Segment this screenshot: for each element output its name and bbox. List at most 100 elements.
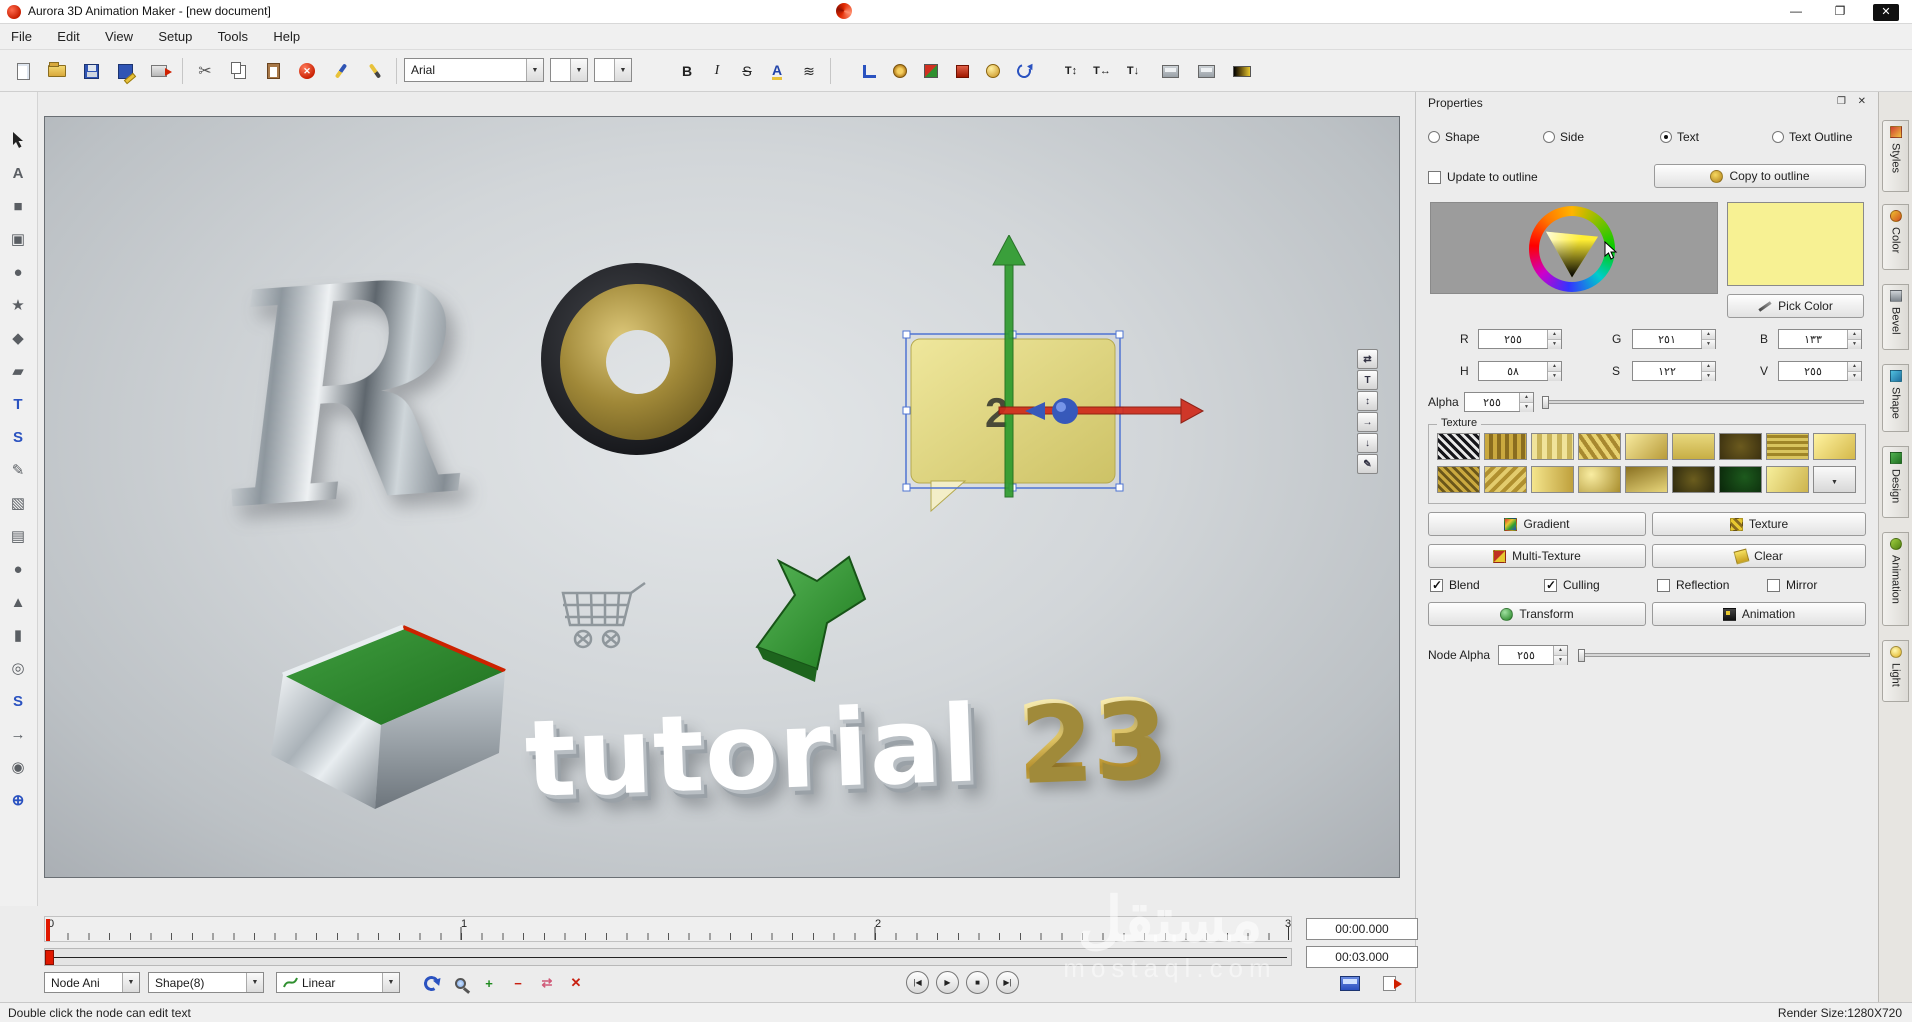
- shape-dropdown[interactable]: Shape(8): [148, 972, 264, 993]
- r-field[interactable]: ٢٥٥: [1478, 329, 1562, 349]
- spinner-arrows[interactable]: [1553, 646, 1567, 665]
- texture-thumbnail[interactable]: [1813, 433, 1856, 460]
- texture-thumbnail[interactable]: [1625, 466, 1668, 493]
- copy-to-outline-button[interactable]: Copy to outline: [1654, 164, 1866, 188]
- new-document-button[interactable]: [8, 56, 38, 86]
- line-spacing-dropdown[interactable]: [594, 58, 632, 82]
- font-size-dropdown[interactable]: [550, 58, 588, 82]
- text-vertical-button[interactable]: T↕: [1056, 56, 1086, 86]
- tab-shape[interactable]: Shape: [1882, 364, 1909, 432]
- text3d-tool[interactable]: T: [4, 390, 32, 418]
- export-frame-button[interactable]: [1378, 972, 1402, 994]
- save-as-button[interactable]: [110, 56, 140, 86]
- tab-animation[interactable]: Animation: [1882, 532, 1909, 626]
- gizmo-resize-button[interactable]: ↕: [1357, 391, 1378, 411]
- texture-thumbnail[interactable]: [1578, 433, 1621, 460]
- pen-tool[interactable]: ✎: [4, 456, 32, 484]
- texture-thumbnail[interactable]: [1484, 433, 1527, 460]
- radio-text-outline[interactable]: Text Outline: [1772, 130, 1852, 144]
- node-ani-dropdown[interactable]: Node Ani: [44, 972, 140, 993]
- node-alpha-slider[interactable]: [1578, 653, 1870, 657]
- maximize-button[interactable]: ❐: [1820, 0, 1860, 23]
- font-color-button[interactable]: A: [762, 56, 792, 86]
- node-tool[interactable]: ◉: [4, 753, 32, 781]
- align-button[interactable]: [854, 56, 884, 86]
- menu-help[interactable]: Help: [262, 24, 311, 49]
- add-node-button[interactable]: +: [478, 972, 500, 994]
- layout-button[interactable]: [1155, 56, 1185, 86]
- cylinder-tool[interactable]: ▮: [4, 621, 32, 649]
- chevron-down-icon[interactable]: [570, 59, 587, 81]
- delete-button[interactable]: [292, 56, 322, 86]
- g-field[interactable]: ٢٥١: [1632, 329, 1716, 349]
- float-panel-icon[interactable]: ❐: [1837, 96, 1846, 107]
- remove-node-button[interactable]: −: [507, 972, 529, 994]
- mirror-checkbox[interactable]: Mirror: [1767, 578, 1817, 592]
- minimize-button[interactable]: —: [1776, 0, 1816, 23]
- spinner-arrows[interactable]: [1701, 362, 1715, 381]
- texture-thumbnail[interactable]: [1437, 466, 1480, 493]
- texture-thumbnail[interactable]: [1484, 466, 1527, 493]
- gradient-button[interactable]: Gradient: [1428, 512, 1646, 536]
- spinner-arrows[interactable]: [1519, 393, 1533, 412]
- radio-text[interactable]: Text: [1660, 130, 1699, 144]
- texture-thumbnail[interactable]: [1625, 433, 1668, 460]
- wall-tool[interactable]: ▤: [4, 522, 32, 550]
- transform-button[interactable]: Transform: [1428, 602, 1646, 626]
- extrude-tool[interactable]: ▧: [4, 489, 32, 517]
- cut-button[interactable]: [190, 56, 220, 86]
- texture-thumbnail[interactable]: [1578, 466, 1621, 493]
- texture-thumbnail[interactable]: [1531, 433, 1574, 460]
- arrange-button[interactable]: [885, 56, 915, 86]
- texture-button[interactable]: Texture: [1652, 512, 1866, 536]
- menu-edit[interactable]: Edit: [46, 24, 90, 49]
- format-brush-button[interactable]: [326, 56, 356, 86]
- interpolation-dropdown[interactable]: Linear: [276, 972, 400, 993]
- pick-color-button[interactable]: Pick Color: [1727, 294, 1864, 318]
- paste-button[interactable]: [258, 56, 288, 86]
- torus-tool[interactable]: ◎: [4, 654, 32, 682]
- move-node-button[interactable]: ⇄: [536, 972, 558, 994]
- svg-import-tool[interactable]: S: [4, 423, 32, 451]
- transform-gizmo[interactable]: [941, 235, 1251, 535]
- rect-shape-tool[interactable]: ■: [4, 192, 32, 220]
- s-field[interactable]: ١٢٢: [1632, 361, 1716, 381]
- b-field[interactable]: ١٣٣: [1778, 329, 1862, 349]
- chrome-box-object[interactable]: [223, 613, 523, 818]
- multi-texture-button[interactable]: Multi-Texture: [1428, 544, 1646, 568]
- text-tool[interactable]: A: [4, 159, 32, 187]
- alpha-slider[interactable]: [1542, 400, 1864, 404]
- copy-button[interactable]: [224, 56, 254, 86]
- open-button[interactable]: [42, 56, 72, 86]
- culling-checkbox[interactable]: Culling: [1544, 578, 1600, 592]
- cart-object[interactable]: [553, 577, 657, 667]
- cone-tool[interactable]: ▲: [4, 588, 32, 616]
- save-button[interactable]: [76, 56, 106, 86]
- text-horizontal-button[interactable]: T↔: [1087, 56, 1117, 86]
- tab-color[interactable]: Color: [1882, 204, 1909, 270]
- skip-end-button[interactable]: ▶|: [996, 971, 1019, 994]
- menu-view[interactable]: View: [94, 24, 144, 49]
- texture-thumbnail[interactable]: [1672, 466, 1715, 493]
- reflection-checkbox[interactable]: Reflection: [1657, 578, 1729, 592]
- panel-shape-tool[interactable]: ▣: [4, 225, 32, 253]
- font-family-dropdown[interactable]: Arial: [404, 58, 544, 82]
- play-button[interactable]: ▶: [936, 971, 959, 994]
- texture-thumbnail[interactable]: [1766, 466, 1809, 493]
- texture-thumbnail[interactable]: [1719, 433, 1762, 460]
- render-button[interactable]: [1339, 972, 1361, 994]
- export-button[interactable]: [144, 56, 174, 86]
- globe-tool[interactable]: ⊕: [4, 786, 32, 814]
- chrome-letter-r-object[interactable]: R: [213, 213, 482, 576]
- spinner-arrows[interactable]: [1547, 362, 1561, 381]
- spline-tool[interactable]: S: [4, 687, 32, 715]
- chevron-down-icon[interactable]: [122, 973, 139, 992]
- select-tool[interactable]: [4, 126, 32, 154]
- update-to-outline-checkbox[interactable]: Update to outline: [1428, 170, 1538, 184]
- close-button[interactable]: ✕: [1866, 0, 1906, 23]
- rotate-view-button[interactable]: [1009, 56, 1039, 86]
- spinner-arrows[interactable]: [1547, 330, 1561, 349]
- tab-bevel[interactable]: Bevel: [1882, 284, 1909, 350]
- pen-button[interactable]: [360, 56, 390, 86]
- chevron-down-icon[interactable]: [246, 973, 263, 992]
